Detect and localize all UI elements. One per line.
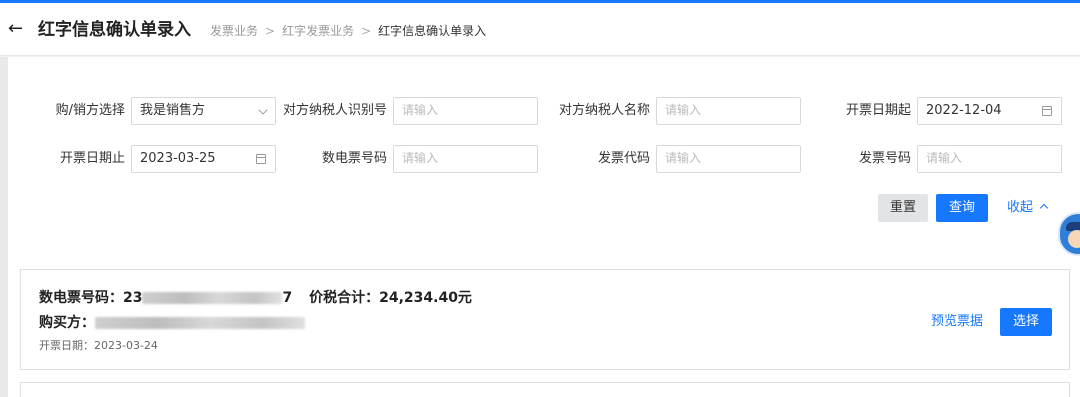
preview-receipt-link[interactable]: 预览票据 bbox=[931, 313, 983, 331]
invoice-number-label: 发票号码 bbox=[858, 151, 911, 166]
counterparty-tax-id-input[interactable] bbox=[402, 103, 522, 117]
issue-date-end-picker[interactable]: 2023-03-25 bbox=[131, 145, 276, 173]
total-value: 24,234.40元 bbox=[379, 290, 472, 306]
issue-date-value: 2023-03-24 bbox=[94, 339, 158, 352]
buy-sell-label: 购/销方选择 bbox=[55, 103, 125, 118]
select-button[interactable]: 选择 bbox=[1000, 308, 1052, 336]
breadcrumb-item-current: 红字信息确认单录入 bbox=[378, 24, 487, 38]
counterparty-tax-id-field[interactable] bbox=[393, 97, 538, 125]
chevron-right-icon: > bbox=[361, 24, 372, 38]
chevron-up-icon bbox=[1039, 203, 1049, 213]
e-invoice-number-prefix: 23 bbox=[123, 290, 143, 306]
chevron-down-icon bbox=[258, 105, 268, 115]
collapse-toggle[interactable]: 收起 bbox=[1007, 199, 1049, 217]
issue-date-start-label: 开票日期起 bbox=[845, 103, 911, 118]
invoice-result-card: 数电票号码：23 7 价税合计：24,234.40元 购买方： 开票日期：2023… bbox=[20, 269, 1070, 370]
invoice-number-input[interactable] bbox=[926, 151, 1046, 165]
breadcrumb-item-invoice-business[interactable]: 发票业务 bbox=[210, 24, 258, 38]
query-button[interactable]: 查询 bbox=[936, 194, 988, 222]
redacted-buyer-name bbox=[95, 317, 305, 329]
counterparty-name-label: 对方纳税人名称 bbox=[558, 103, 650, 118]
buyer-caption: 购买方： bbox=[39, 315, 95, 331]
page-title: 红字信息确认单录入 bbox=[38, 20, 191, 40]
next-result-card bbox=[20, 382, 1070, 397]
invoice-code-input[interactable] bbox=[665, 151, 785, 165]
invoice-code-field[interactable] bbox=[656, 145, 801, 173]
issue-date-caption: 开票日期： bbox=[39, 339, 94, 352]
issue-date-start-picker[interactable]: 2022-12-04 bbox=[917, 97, 1062, 125]
issue-date-end-label: 开票日期止 bbox=[59, 151, 125, 166]
e-invoice-number-input[interactable] bbox=[402, 151, 522, 165]
left-gutter bbox=[0, 57, 8, 397]
buyer-line: 购买方： bbox=[39, 313, 305, 333]
chevron-right-icon: > bbox=[265, 24, 276, 38]
buy-sell-select[interactable]: 我是销售方 bbox=[131, 97, 276, 125]
counterparty-name-field[interactable] bbox=[656, 97, 801, 125]
redacted-number bbox=[142, 292, 283, 304]
back-arrow-icon[interactable]: ← bbox=[8, 17, 28, 41]
invoice-code-label: 发票代码 bbox=[597, 151, 650, 166]
breadcrumb-item-red-invoice-business[interactable]: 红字发票业务 bbox=[282, 24, 354, 38]
counterparty-tax-id-label: 对方纳税人识别号 bbox=[282, 103, 387, 118]
invoice-summary-line: 数电票号码：23 7 价税合计：24,234.40元 bbox=[39, 288, 472, 308]
breadcrumb: 发票业务 > 红字发票业务 > 红字信息确认单录入 bbox=[210, 23, 486, 39]
page-header: ← 红字信息确认单录入 发票业务 > 红字发票业务 > 红字信息确认单录入 bbox=[0, 3, 1080, 56]
calendar-icon bbox=[1042, 106, 1052, 116]
invoice-number-field[interactable] bbox=[917, 145, 1062, 173]
e-invoice-number-caption: 数电票号码： bbox=[39, 290, 123, 306]
counterparty-name-input[interactable] bbox=[665, 103, 785, 117]
e-invoice-number-suffix: 7 bbox=[282, 290, 293, 306]
e-invoice-number-label: 数电票号码 bbox=[321, 151, 387, 166]
reset-button[interactable]: 重置 bbox=[878, 194, 928, 222]
issue-date-line: 开票日期：2023-03-24 bbox=[39, 338, 158, 354]
e-invoice-number-field[interactable] bbox=[393, 145, 538, 173]
calendar-icon bbox=[256, 154, 266, 164]
total-caption: 价税合计： bbox=[309, 290, 380, 306]
collapse-label: 收起 bbox=[1007, 200, 1034, 215]
